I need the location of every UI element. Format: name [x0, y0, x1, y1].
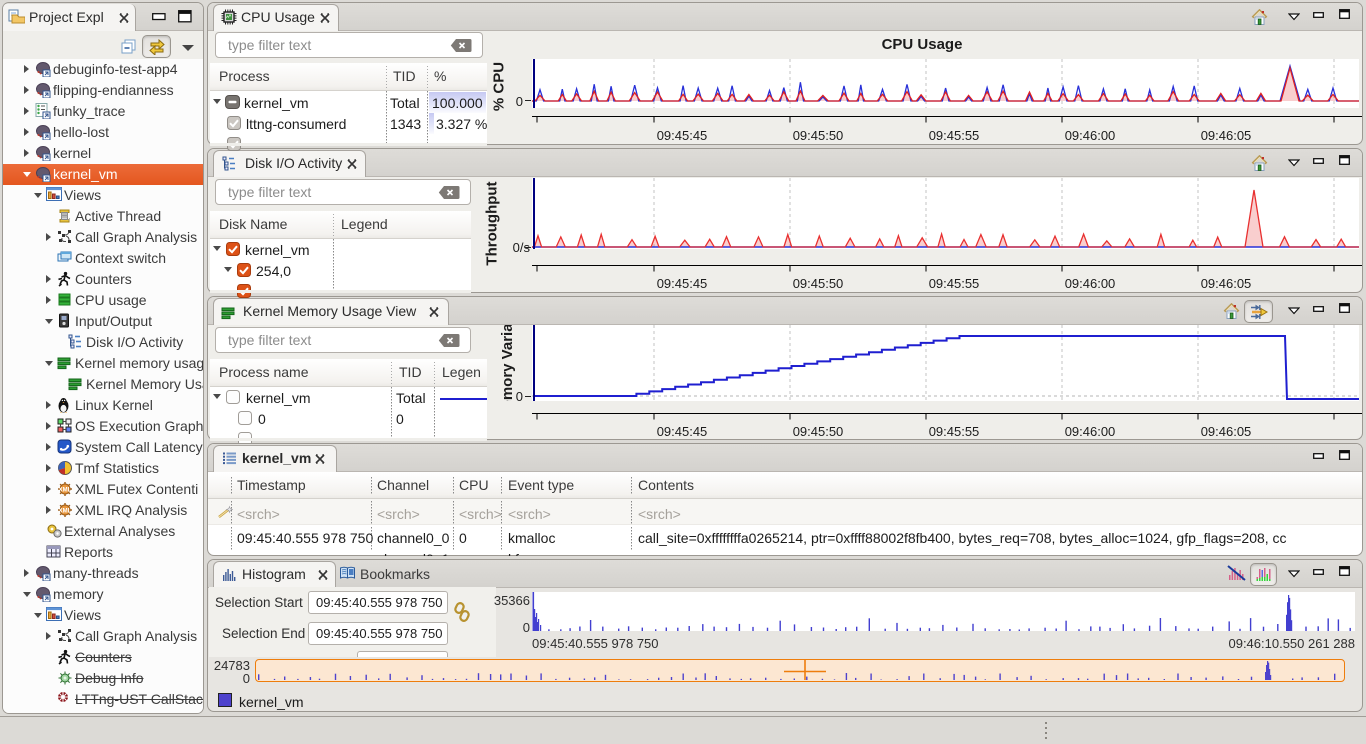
svg-text:XML: XML — [59, 509, 72, 515]
svg-text:XML: XML — [59, 488, 72, 494]
